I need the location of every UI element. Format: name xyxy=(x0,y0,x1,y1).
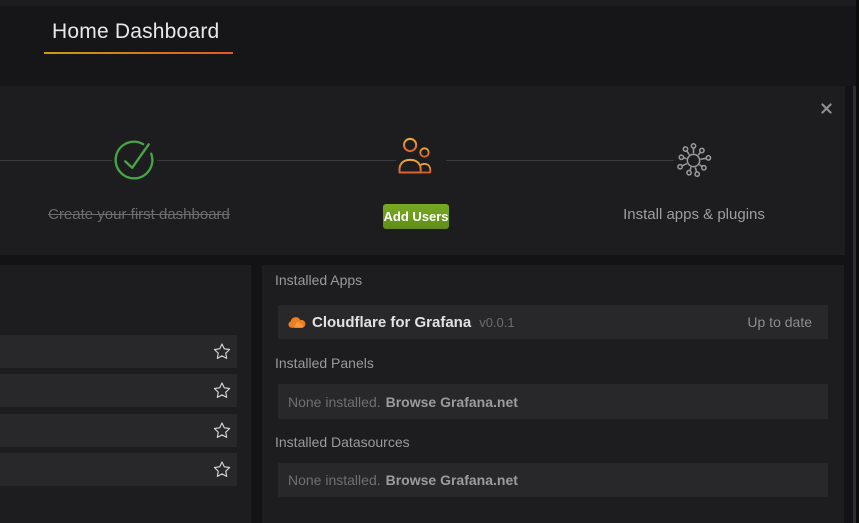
step-install-plugins[interactable]: Install apps & plugins xyxy=(594,206,794,225)
cloudflare-icon xyxy=(288,317,306,328)
dashboard-list-row[interactable] xyxy=(0,414,237,447)
none-installed-text: None installed. xyxy=(288,472,381,488)
installed-app-row[interactable]: Cloudflare for Grafana v0.0.1 Up to date xyxy=(278,305,828,339)
dashboard-list-row[interactable] xyxy=(0,453,237,486)
star-icon[interactable] xyxy=(212,341,232,361)
users-icon xyxy=(397,136,434,176)
star-icon[interactable] xyxy=(212,459,232,479)
dashboard-list-row[interactable] xyxy=(0,335,237,368)
installed-apps-title: Installed Apps xyxy=(275,272,362,288)
none-installed-text: None installed. xyxy=(288,394,381,410)
dashboard-list-row[interactable] xyxy=(0,374,237,407)
top-nav-highlight xyxy=(0,0,859,6)
step-connector-line xyxy=(0,160,112,161)
no-panels-row: None installed. Browse Grafana.net xyxy=(278,384,828,419)
no-datasources-row: None installed. Browse Grafana.net xyxy=(278,463,828,497)
onboarding-panel: Create your first dashboard Add Users xyxy=(0,86,845,255)
close-icon xyxy=(821,103,832,114)
star-icon[interactable] xyxy=(212,420,232,440)
title-underline xyxy=(44,52,233,54)
plugin-network-icon xyxy=(675,141,712,178)
installed-panels-title: Installed Panels xyxy=(275,355,374,371)
page-title[interactable]: Home Dashboard xyxy=(52,20,219,44)
app-name[interactable]: Cloudflare for Grafana xyxy=(312,314,471,331)
step-connector-line xyxy=(446,160,674,161)
plugins-panel: Installed Apps Cloudflare for Grafana v0… xyxy=(262,265,844,523)
step-create-dashboard[interactable]: Create your first dashboard xyxy=(39,206,239,225)
close-onboarding-button[interactable] xyxy=(818,100,834,116)
grafana-home-screen: Home Dashboard Create your first dashboa… xyxy=(0,0,859,523)
add-users-button[interactable]: Add Users xyxy=(383,204,449,229)
browse-grafana-link[interactable]: Browse Grafana.net xyxy=(386,472,518,488)
top-nav: Home Dashboard xyxy=(0,0,859,86)
app-update-status: Up to date xyxy=(747,314,812,330)
browse-grafana-link[interactable]: Browse Grafana.net xyxy=(386,394,518,410)
step-connector-line xyxy=(157,160,396,161)
check-circle-icon xyxy=(112,138,156,182)
installed-datasources-title: Installed Datasources xyxy=(275,434,410,450)
dashboard-list-panel xyxy=(0,265,251,523)
star-icon[interactable] xyxy=(212,380,232,400)
app-version: v0.0.1 xyxy=(479,315,514,330)
